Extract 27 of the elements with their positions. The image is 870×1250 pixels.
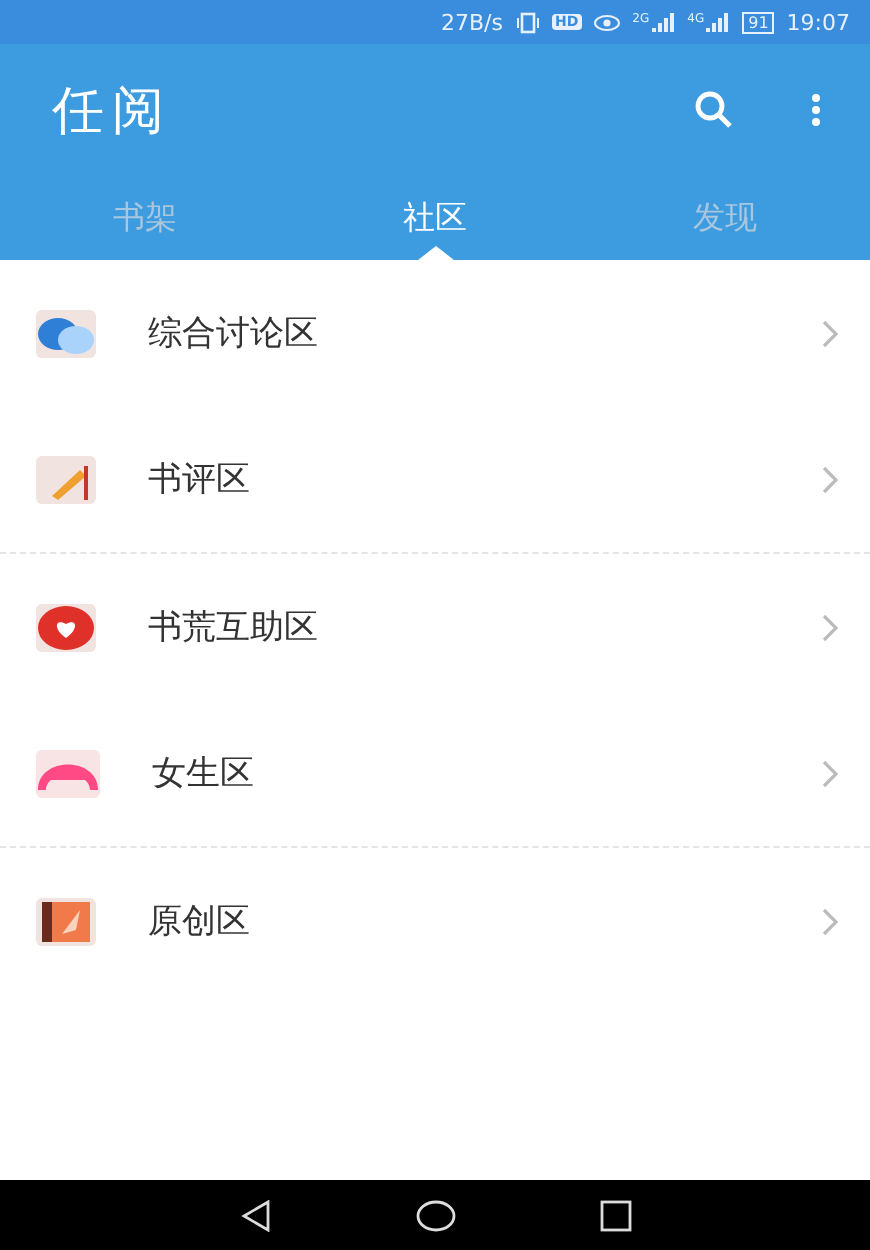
home-button[interactable]	[415, 1199, 455, 1231]
more-icon	[810, 92, 822, 128]
chevron-right-icon	[822, 759, 838, 787]
book-icon	[36, 897, 96, 945]
chevron-right-icon	[822, 907, 838, 935]
recent-apps-button[interactable]	[599, 1199, 631, 1231]
app-title: 任阅	[52, 79, 174, 145]
battery-level: 91	[742, 11, 775, 33]
signal-icon	[651, 12, 676, 32]
eye-icon	[594, 13, 621, 31]
vibrate-icon	[515, 11, 539, 33]
forum-name[interactable]: 女生区	[152, 750, 822, 796]
pencil-icon	[36, 455, 96, 503]
forum-name[interactable]: 书荒互助区	[148, 604, 822, 650]
back-button[interactable]	[239, 1199, 271, 1231]
heart-icon	[36, 603, 96, 651]
chevron-right-icon	[822, 465, 838, 493]
forum-name[interactable]: 原创区	[148, 898, 822, 944]
signal-icon	[706, 12, 731, 32]
chevron-right-icon	[822, 613, 838, 641]
forum-name[interactable]: 书评区	[148, 456, 822, 502]
network-speed: 27B/s	[441, 9, 503, 35]
search-icon	[694, 90, 734, 130]
forum-name[interactable]: 综合讨论区	[148, 310, 822, 356]
clock: 19:07	[786, 9, 850, 35]
chat-bubbles-icon	[36, 309, 96, 357]
chevron-right-icon	[822, 319, 838, 347]
